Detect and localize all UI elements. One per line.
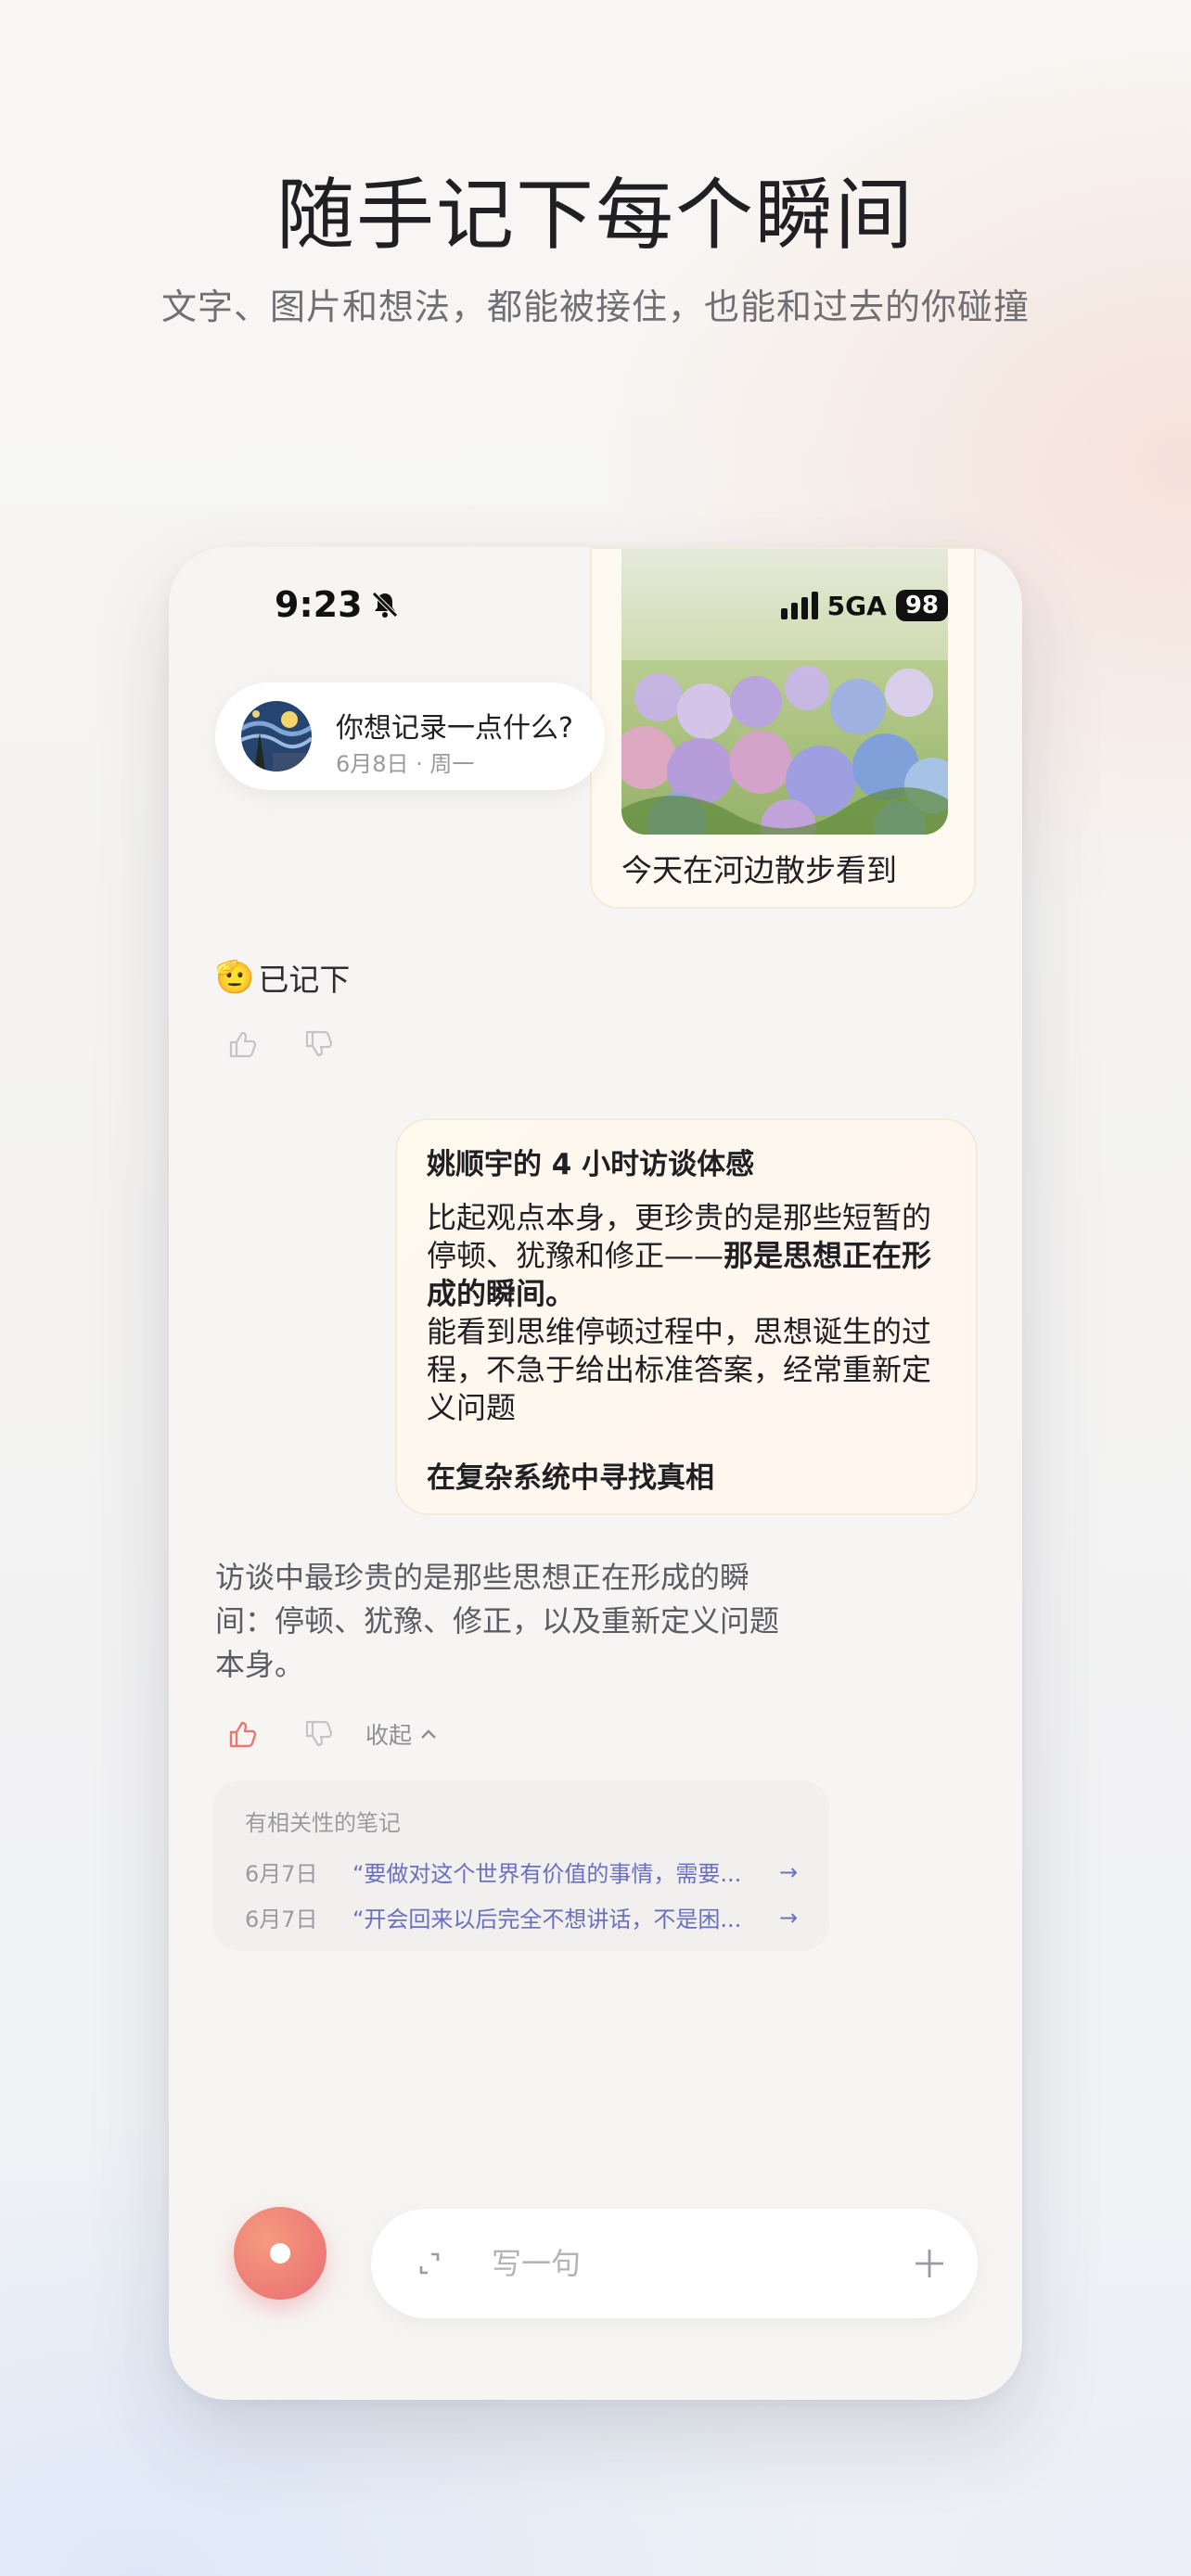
thumbs-down-icon[interactable] bbox=[302, 1027, 336, 1061]
prompt-card[interactable]: 你想记录一点什么? 6月8日 · 周一 bbox=[215, 682, 605, 790]
prompt-title: 你想记录一点什么? bbox=[336, 712, 573, 745]
hero-title: 随手记下每个瞬间 bbox=[275, 170, 915, 261]
thumbs-up-active-icon[interactable] bbox=[226, 1717, 260, 1751]
clock: 9:23 bbox=[275, 584, 363, 625]
starry-night-avatar-icon bbox=[241, 701, 312, 772]
expand-icon[interactable] bbox=[414, 2248, 445, 2279]
status-indicators: 5GA 98 bbox=[780, 590, 948, 621]
feedback-row-1 bbox=[226, 1027, 336, 1061]
related-note-item[interactable]: 6月7日 “开会回来以后完全不想讲话，不是困... → bbox=[245, 1901, 798, 1933]
prompt-date: 6月8日 · 周一 bbox=[336, 751, 475, 777]
related-note-date: 6月7日 bbox=[245, 1861, 318, 1887]
photo-caption: 今天在河边散步看到 bbox=[621, 852, 897, 888]
network-label: 5GA bbox=[826, 590, 887, 621]
saved-label: 已记下 bbox=[258, 962, 351, 998]
note-card[interactable]: 姚顺宇的 4 小时访谈体感 比起观点本身，更珍贵的是那些短暂的停顿、犹豫和修正—… bbox=[395, 1118, 978, 1515]
collapse-button[interactable]: 收起 bbox=[365, 1717, 438, 1751]
related-notes-title: 有相关性的笔记 bbox=[245, 1810, 401, 1836]
composer-bar bbox=[371, 2209, 978, 2318]
battery-icon: 98 bbox=[895, 590, 948, 621]
related-note-date: 6月7日 bbox=[245, 1906, 318, 1932]
note-title: 姚顺宇的 4 小时访谈体感 bbox=[427, 1148, 755, 1181]
collapse-label: 收起 bbox=[365, 1722, 413, 1749]
note-input[interactable] bbox=[492, 2233, 863, 2294]
feedback-row-2: 收起 bbox=[226, 1717, 438, 1751]
related-note-text: “开会回来以后完全不想讲话，不是困... bbox=[352, 1906, 742, 1932]
thumbs-up-icon[interactable] bbox=[226, 1027, 260, 1061]
avatar bbox=[241, 701, 312, 772]
arrow-right-icon: → bbox=[779, 1858, 799, 1885]
hero-subtitle: 文字、图片和想法，都能被接住，也能和过去的你碰撞 bbox=[160, 287, 1030, 327]
related-note-item[interactable]: 6月7日 “要做对这个世界有价值的事情，需要... → bbox=[245, 1855, 798, 1888]
related-notes-card: 有相关性的笔记 6月7日 “要做对这个世界有价值的事情，需要... → 6月7日… bbox=[213, 1780, 829, 1951]
record-button[interactable] bbox=[234, 2207, 327, 2300]
note-footer: 在复杂系统中寻找真相 bbox=[427, 1461, 714, 1495]
ai-reply-text: 访谈中最珍贵的是那些思想正在形成的瞬间：停顿、犹豫、修正，以及重新定义问题本身。 bbox=[215, 1560, 780, 1682]
chevron-up-icon bbox=[421, 1729, 436, 1739]
thumbs-down-icon[interactable] bbox=[302, 1717, 336, 1751]
status-time: 9:23 bbox=[275, 584, 400, 625]
plus-icon[interactable] bbox=[911, 2245, 948, 2282]
saved-confirmation: 🫡 已记下 bbox=[215, 955, 350, 1000]
bell-muted-icon bbox=[371, 592, 398, 618]
phone-frame: 今天在河边散步看到 9:23 5GA 98 你想记录一点什么? 6月8日 · 周… bbox=[169, 547, 1022, 2400]
note-body: 比起观点本身，更珍贵的是那些短暂的停顿、犹豫和修正——那是思想正在形成的瞬间。 … bbox=[427, 1199, 946, 1427]
salute-emoji-icon: 🫡 bbox=[215, 959, 255, 996]
note-body-text-2: 能看到思维停顿过程中，思想诞生的过程，不急于给出标准答案，经常重新定义问题 bbox=[427, 1314, 932, 1425]
arrow-right-icon: → bbox=[779, 1904, 799, 1931]
signal-icon bbox=[780, 592, 818, 619]
record-dot-icon bbox=[270, 2243, 290, 2264]
related-note-text: “要做对这个世界有价值的事情，需要... bbox=[352, 1861, 742, 1887]
